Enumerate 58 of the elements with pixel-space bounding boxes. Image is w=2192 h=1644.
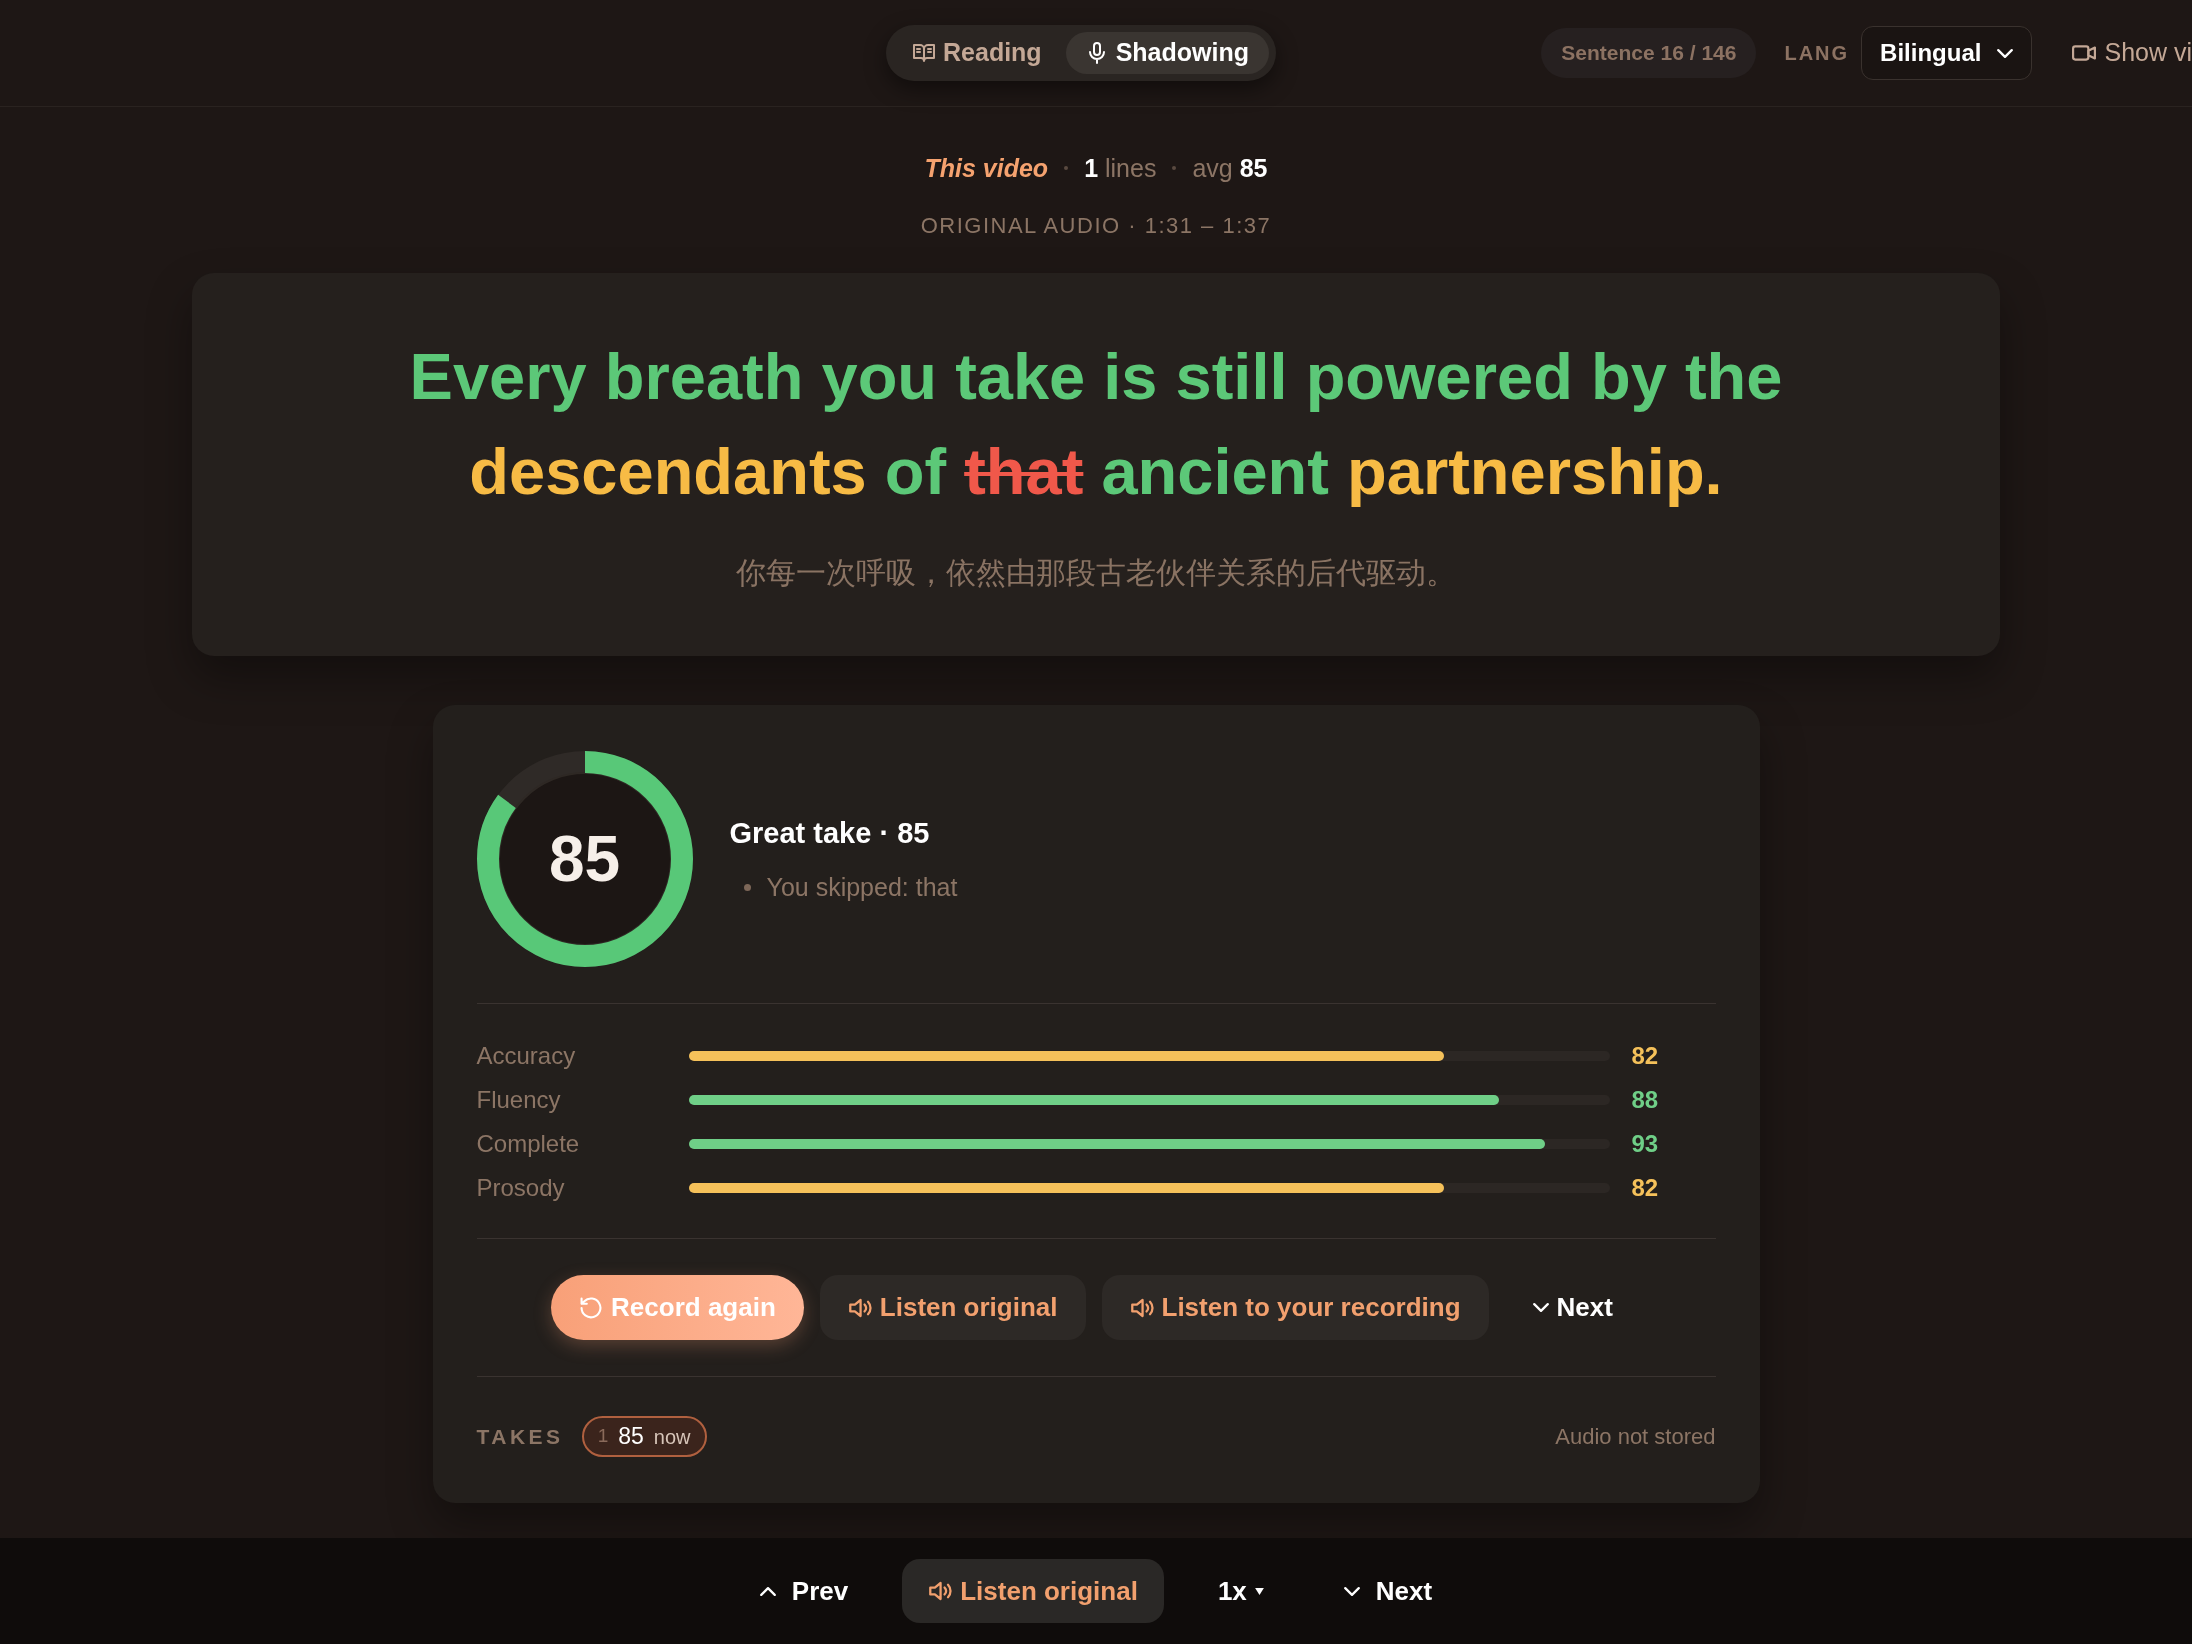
next-button[interactable]: Next: [1504, 1275, 1641, 1340]
metric-label: Prosody: [476, 1173, 566, 1203]
score-value: 85: [548, 827, 621, 891]
speaker-icon: [1129, 1296, 1154, 1319]
listen-button[interactable]: Listen original: [819, 1275, 1086, 1340]
sentence-word: take: [955, 340, 1086, 413]
sentence-word: the: [1684, 340, 1783, 413]
sentence-word: by: [1590, 340, 1667, 413]
metric-label: Accuracy: [476, 1041, 577, 1071]
mode-tab[interactable]: Shadowing: [1065, 32, 1269, 74]
listen-button[interactable]: Listen original: [902, 1559, 1164, 1623]
mode-tab[interactable]: Reading: [893, 32, 1062, 74]
language-label: LANG: [1784, 41, 1850, 66]
prev-button[interactable]: Prev: [733, 1559, 875, 1623]
sentence-word: descendants: [469, 435, 867, 508]
sentence-word: ancient: [1101, 435, 1329, 508]
listen-button[interactable]: Listen to your recording: [1101, 1275, 1489, 1340]
translation-text: 你每一次呼吸，依然由那段古老伙伴关系的后代驱动。: [735, 554, 1457, 592]
language-select[interactable]: Bilingual: [1861, 26, 2033, 80]
sentence-word: that: [964, 435, 1084, 508]
metric-value: 93: [1630, 1129, 1660, 1159]
sentence-word: is: [1103, 340, 1158, 413]
chevron-down-icon: [1997, 48, 2014, 58]
lines-count: 1 lines: [1084, 153, 1157, 184]
bullet-icon: [743, 884, 751, 892]
video-toggle-button[interactable]: Show vi: [2072, 34, 2192, 72]
rotate-arrow-icon: [579, 1296, 604, 1319]
chevron-down-icon: [1532, 1303, 1549, 1312]
audio-range: ORIGINAL AUDIO · 1:31 – 1:37: [920, 212, 1272, 240]
metric-value: 88: [1630, 1085, 1660, 1115]
takes-label: TAKES: [476, 1423, 564, 1450]
sentence-word: powered: [1305, 340, 1573, 413]
sentence-word: of: [884, 435, 947, 508]
result-note: You skipped: that: [766, 872, 958, 903]
metric-label: Fluency: [476, 1085, 562, 1115]
speaker-icon: [847, 1296, 872, 1319]
take-chip[interactable]: 1 85 now: [581, 1416, 707, 1457]
metric-value: 82: [1630, 1041, 1660, 1071]
chevron-up-icon: [759, 1586, 776, 1596]
next-button[interactable]: Next: [1317, 1559, 1459, 1623]
book-icon: [913, 42, 935, 64]
result-headline: Great take · 85: [729, 815, 931, 851]
sentence-word: partnership.: [1347, 435, 1723, 508]
metric-value: 82: [1630, 1173, 1660, 1203]
source-label: This video: [924, 153, 1049, 184]
storage-note: Audio not stored: [1555, 1423, 1716, 1451]
sentence-word: still: [1175, 340, 1288, 413]
sentence-word: you: [821, 340, 938, 413]
metric-label: Complete: [476, 1129, 581, 1159]
sentence-word: Every: [409, 340, 587, 413]
average-score: avg 85: [1192, 153, 1268, 184]
sentence-counter: Sentence 16 / 146: [1541, 28, 1757, 78]
speaker-icon: [928, 1580, 953, 1602]
chevron-down-icon: [1343, 1586, 1360, 1596]
sentence-word: breath: [604, 340, 804, 413]
video-camera-icon: [2072, 45, 2097, 61]
speed-select[interactable]: 1x: [1191, 1559, 1290, 1623]
caret-icon: [1254, 1587, 1264, 1595]
